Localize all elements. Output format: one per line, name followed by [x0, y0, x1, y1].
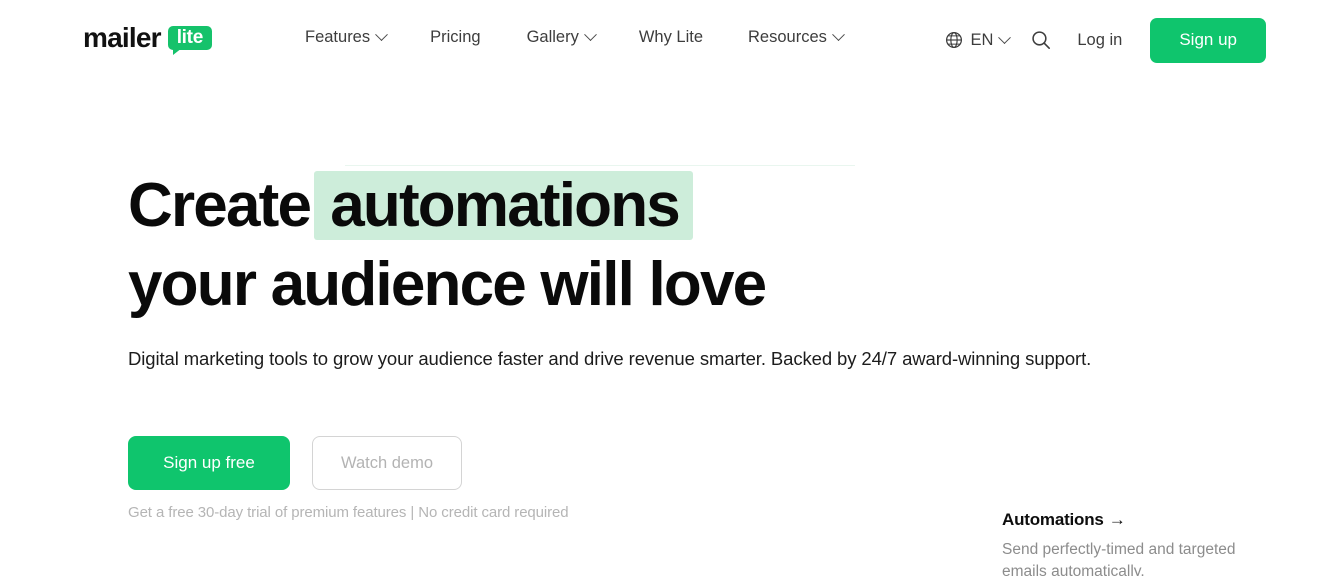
- headline-highlight: automations: [314, 171, 693, 240]
- signup-free-button[interactable]: Sign up free: [128, 436, 290, 490]
- feature-card-automations[interactable]: Automations → Send perfectly-timed and ta…: [1002, 509, 1302, 576]
- headline-text-create: Create: [128, 171, 310, 240]
- feature-card-title-row: Automations →: [1002, 509, 1302, 530]
- watch-demo-button[interactable]: Watch demo: [312, 436, 462, 490]
- landing-page: mailer lite Features Pricing Gallery Why…: [0, 0, 1333, 576]
- headline-line-2: your audience will love: [128, 245, 1028, 324]
- arrow-right-icon: →: [1109, 510, 1126, 529]
- page-title: Createautomations your audience will lov…: [128, 166, 1028, 324]
- feature-card-description: Send perfectly-timed and targeted emails…: [1002, 539, 1242, 576]
- headline-line-1: Createautomations: [128, 166, 1028, 245]
- feature-card-title: Automations: [1002, 510, 1104, 529]
- hero-subtitle: Digital marketing tools to grow your aud…: [128, 343, 1184, 374]
- trial-fineprint: Get a free 30-day trial of premium featu…: [128, 504, 569, 521]
- hero-cta-row: Sign up free Watch demo: [128, 436, 462, 490]
- hero-section: Createautomations your audience will lov…: [0, 0, 1333, 576]
